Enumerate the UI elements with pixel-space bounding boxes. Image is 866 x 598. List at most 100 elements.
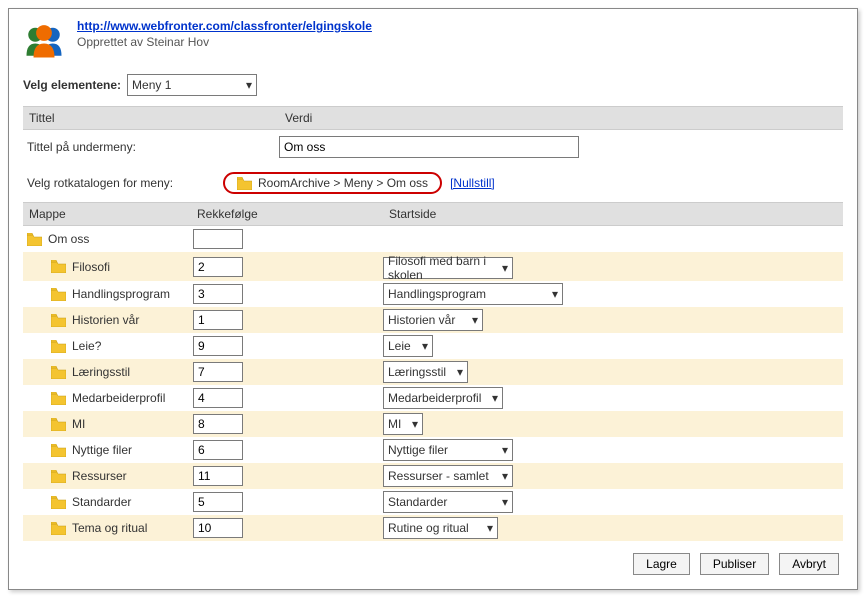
folder-name: Medarbeiderprofil	[72, 391, 165, 405]
folder-name: Nyttige filer	[72, 443, 132, 457]
folder-icon	[51, 522, 66, 535]
folder-name: Ressurser	[72, 469, 127, 483]
table-row: Historien vår Historien vår ▾	[23, 307, 843, 333]
order-input[interactable]	[193, 310, 243, 330]
folder-name: Historien vår	[72, 313, 139, 327]
table-row: Ressurser Ressurser - samlet ▾	[23, 463, 843, 489]
col-verdi: Verdi	[279, 107, 843, 129]
table-row: Tema og ritual Rutine og ritual ▾	[23, 515, 843, 541]
table-row: Handlingsprogram Handlingsprogram ▾	[23, 281, 843, 307]
created-by: Opprettet av Steinar Hov	[77, 35, 372, 49]
startpage-dropdown[interactable]: Ressurser - samlet ▾	[383, 465, 513, 487]
publish-button[interactable]: Publiser	[700, 553, 769, 575]
folder-name: Tema og ritual	[72, 521, 147, 535]
save-button[interactable]: Lagre	[633, 553, 690, 575]
startpage-value: MI	[388, 417, 401, 431]
folder-name: Leie?	[72, 339, 101, 353]
order-input[interactable]	[193, 336, 243, 356]
chevron-down-icon: ▾	[492, 391, 498, 405]
startpage-value: Læringsstil	[388, 365, 446, 379]
chevron-down-icon: ▾	[487, 521, 493, 535]
order-input[interactable]	[193, 466, 243, 486]
folder-icon	[237, 177, 252, 190]
startpage-value: Filosofi med barn i skolen	[388, 254, 496, 282]
chevron-down-icon: ▾	[246, 78, 252, 92]
folder-icon	[51, 418, 66, 431]
folder-icon	[51, 470, 66, 483]
select-elements-label: Velg elementene:	[23, 78, 121, 92]
select-elements-value: Meny 1	[132, 78, 171, 92]
order-input[interactable]	[193, 388, 243, 408]
table-row: Medarbeiderprofil Medarbeiderprofil ▾	[23, 385, 843, 411]
top-folder-order-input[interactable]	[193, 229, 243, 249]
top-folder-name: Om oss	[48, 232, 89, 246]
startpage-value: Rutine og ritual	[388, 521, 469, 535]
folder-icon	[51, 288, 66, 301]
chevron-down-icon: ▾	[502, 469, 508, 483]
col-rekke: Rekkefølge	[193, 203, 383, 225]
chevron-down-icon: ▾	[422, 339, 428, 353]
startpage-dropdown[interactable]: Medarbeiderprofil ▾	[383, 387, 503, 409]
order-input[interactable]	[193, 284, 243, 304]
chevron-down-icon: ▾	[502, 495, 508, 509]
root-catalog-label: Velg rotkatalogen for meny:	[23, 176, 223, 190]
startpage-dropdown[interactable]: Nyttige filer ▾	[383, 439, 513, 461]
folder-name: Handlingsprogram	[72, 287, 170, 301]
startpage-value: Leie	[388, 339, 411, 353]
table-row: LæringsstilLæringsstil ▾	[23, 359, 843, 385]
startpage-value: Historien vår	[388, 313, 455, 327]
startpage-dropdown[interactable]: MI ▾	[383, 413, 423, 435]
startpage-dropdown[interactable]: Læringsstil ▾	[383, 361, 468, 383]
group-icon	[23, 19, 65, 64]
folder-icon	[27, 233, 42, 246]
startpage-dropdown[interactable]: Standarder ▾	[383, 491, 513, 513]
folder-name: MI	[72, 417, 85, 431]
chevron-down-icon: ▾	[502, 443, 508, 457]
chevron-down-icon: ▾	[412, 417, 418, 431]
reset-link[interactable]: [Nullstill]	[450, 176, 495, 190]
order-input[interactable]	[193, 440, 243, 460]
table-row: Leie? Leie ▾	[23, 333, 843, 359]
col-mappe: Mappe	[23, 203, 193, 225]
submenu-title-label: Tittel på undermeny:	[23, 140, 279, 154]
cancel-button[interactable]: Avbryt	[779, 553, 839, 575]
folder-icon	[51, 314, 66, 327]
table-row: Nyttige filer Nyttige filer ▾	[23, 437, 843, 463]
order-input[interactable]	[193, 257, 243, 277]
startpage-dropdown[interactable]: Handlingsprogram ▾	[383, 283, 563, 305]
chevron-down-icon: ▾	[472, 313, 478, 327]
folder-icon	[51, 392, 66, 405]
startpage-value: Ressurser - samlet	[388, 469, 489, 483]
folder-icon	[51, 260, 66, 273]
order-input[interactable]	[193, 492, 243, 512]
table-row: MI MI ▾	[23, 411, 843, 437]
table-row: Standarder Standarder ▾	[23, 489, 843, 515]
startpage-dropdown[interactable]: Rutine og ritual ▾	[383, 517, 498, 539]
folder-icon	[51, 444, 66, 457]
chevron-down-icon: ▾	[552, 287, 558, 301]
chevron-down-icon: ▾	[457, 365, 463, 379]
startpage-value: Medarbeiderprofil	[388, 391, 481, 405]
startpage-value: Nyttige filer	[388, 443, 448, 457]
order-input[interactable]	[193, 518, 243, 538]
col-tittel: Tittel	[23, 107, 279, 129]
folder-icon	[51, 366, 66, 379]
folder-icon	[51, 496, 66, 509]
startpage-dropdown[interactable]: Filosofi med barn i skolen ▾	[383, 257, 513, 279]
submenu-title-input[interactable]	[279, 136, 579, 158]
startpage-value: Standarder	[388, 495, 447, 509]
chevron-down-icon: ▾	[502, 261, 508, 275]
folder-name: Standarder	[72, 495, 131, 509]
select-elements-dropdown[interactable]: Meny 1 ▾	[127, 74, 257, 96]
root-path-container[interactable]: RoomArchive > Meny > Om oss	[223, 172, 442, 194]
table-row: Filosofi Filosofi med barn i skolen ▾	[23, 252, 843, 281]
order-input[interactable]	[193, 414, 243, 434]
startpage-dropdown[interactable]: Leie ▾	[383, 335, 433, 357]
startpage-value: Handlingsprogram	[388, 287, 486, 301]
header-link[interactable]: http://www.webfronter.com/classfronter/e…	[77, 19, 372, 33]
startpage-dropdown[interactable]: Historien vår ▾	[383, 309, 483, 331]
folder-name: Filosofi	[72, 260, 110, 274]
order-input[interactable]	[193, 362, 243, 382]
folder-icon	[51, 340, 66, 353]
root-path: RoomArchive > Meny > Om oss	[258, 176, 428, 190]
